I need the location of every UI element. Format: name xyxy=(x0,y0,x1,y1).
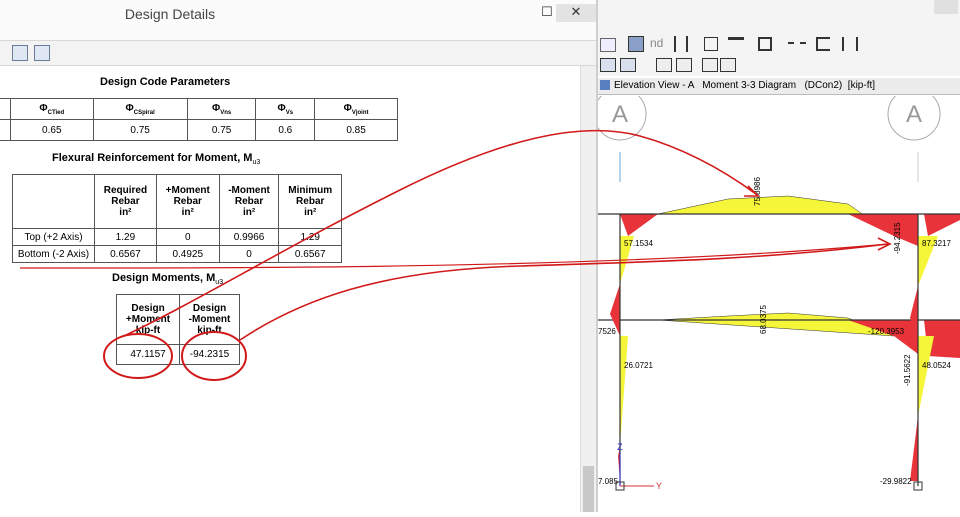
moment-label: 87.3217 xyxy=(922,239,951,248)
row-label-cell xyxy=(0,98,11,120)
design-moments-table: Design +Moment kip-ft Design -Moment kip-ft … xyxy=(115,294,240,365)
moment-label: 68.0375 xyxy=(759,305,768,334)
column-icon[interactable] xyxy=(758,37,772,51)
print-icon[interactable] xyxy=(12,45,28,61)
top-beam-right-negative xyxy=(848,214,918,246)
design-moments-heading: Design Moments, Mu3 xyxy=(112,272,224,287)
area-icon[interactable] xyxy=(704,37,718,51)
moment-label: 75.8986 xyxy=(753,177,762,206)
export-icon[interactable] xyxy=(34,45,50,61)
moment-label: -91.5622 xyxy=(903,354,912,386)
plus-moment-rebar-header: +Moment Rebar in² xyxy=(155,174,220,229)
minimum-rebar-header: Minimum Rebar in² xyxy=(278,174,342,229)
table-cell: 1.29 xyxy=(278,228,342,246)
right-bay-negative xyxy=(924,214,960,236)
phi-vns-header: ΦVns xyxy=(186,98,257,120)
close-button[interactable]: ✕ xyxy=(556,4,596,22)
table-cell: 1.29 xyxy=(94,228,157,246)
phi-cspiral-value: 0.75 xyxy=(92,119,188,141)
moment-label: 26.0721 xyxy=(624,361,653,370)
flexural-table: Required Rebar in² +Moment Rebar in² -Moment… xyxy=(12,174,342,263)
table-row: Bottom (-2 Axis) 0.6567 0.4925 0 0.6567 xyxy=(12,245,342,263)
draw-icon[interactable] xyxy=(676,58,692,72)
row-label-cell xyxy=(0,119,11,141)
table-cell: 0 xyxy=(155,228,220,246)
design-minus-moment-header: Design -Moment kip-ft xyxy=(179,294,240,345)
design-code-heading: Design Code Parameters xyxy=(100,76,231,88)
phi-cspiral-header: ΦCSpiral xyxy=(92,98,188,120)
flexural-heading: Flexural Reinforcement for Moment, Mu3 xyxy=(52,152,261,167)
z-axis-label: Z xyxy=(617,442,623,452)
run-icon[interactable] xyxy=(702,58,718,72)
table-cell: 0.9966 xyxy=(218,228,280,246)
moment-label: -120.3953 xyxy=(868,327,905,336)
lower-col-left-positive xyxy=(620,336,628,446)
report-pane: Design Code Parameters ΦCTied ΦCSpiral Φ… xyxy=(0,66,580,512)
table-cell: 0 xyxy=(218,245,280,263)
design-icon[interactable] xyxy=(720,58,736,72)
row-label: Bottom (-2 Axis) xyxy=(12,245,95,263)
snap-icon[interactable] xyxy=(600,58,616,72)
flexural-corner-cell xyxy=(12,174,95,229)
section-icon[interactable] xyxy=(674,36,688,52)
design-plus-moment-header: Design +Moment kip-ft xyxy=(115,294,181,345)
window-icon xyxy=(600,80,610,90)
required-rebar-header: Required Rebar in² xyxy=(94,174,157,229)
table-cell: 0.4925 xyxy=(155,245,220,263)
frame-icon[interactable] xyxy=(600,38,616,52)
lower-col-right-negative xyxy=(910,416,918,481)
scroll-thumb[interactable] xyxy=(583,466,594,512)
phi-vjoint-header: ΦVjoint xyxy=(314,98,398,120)
phi-ctied-value: 0.65 xyxy=(10,119,94,141)
title-bar: Design Details ☐ ✕ xyxy=(0,0,596,40)
toolbar xyxy=(0,40,596,66)
elevation-view-tab[interactable]: Elevation View - A Moment 3-3 Diagram (D… xyxy=(598,78,960,95)
table-cell: 0.6567 xyxy=(94,245,157,263)
y-axis-label: Y xyxy=(656,481,662,491)
design-minus-moment-value: -94.2315 xyxy=(179,344,240,365)
phi-vjoint-value: 0.85 xyxy=(314,119,398,141)
toolbar-text: nd xyxy=(650,36,664,50)
moment-diagram-svg: A A 75.8986 -94.2315 57.1534 87.3217 68.… xyxy=(593,87,960,491)
grid-label-left: A xyxy=(612,101,628,128)
line-icon[interactable] xyxy=(788,42,806,45)
minus-moment-rebar-header: -Moment Rebar in² xyxy=(218,174,280,229)
lower-beam-positive-moment xyxy=(657,312,895,337)
moment-label: 7.085 xyxy=(598,477,619,486)
moment-label: 57.1534 xyxy=(624,239,653,248)
view-icon[interactable] xyxy=(628,36,644,52)
beam-icon[interactable] xyxy=(728,37,744,51)
design-code-table: ΦCTied ΦCSpiral ΦVns ΦVs ΦVjoint 0.65 0.… xyxy=(0,98,398,141)
table-row: Top (+2 Axis) 1.29 0 0.9966 1.29 xyxy=(12,228,342,246)
moment-label: -94.2315 xyxy=(893,222,902,254)
row-label: Top (+2 Axis) xyxy=(12,228,95,246)
close-button[interactable] xyxy=(934,0,958,14)
moment-label: 7526 xyxy=(598,327,616,336)
wall-icon[interactable] xyxy=(842,37,858,51)
grid-label-right: A xyxy=(906,101,922,128)
phi-vs-value: 0.6 xyxy=(255,119,316,141)
design-details-window: Design Details ☐ ✕ Design Code Parameter… xyxy=(0,0,596,512)
tab-label: Elevation View - A Moment 3-3 Diagram (D… xyxy=(614,80,876,91)
restore-button[interactable]: ☐ xyxy=(538,4,556,22)
top-beam-left-negative xyxy=(620,214,658,236)
moment-diagram-canvas[interactable]: A A 75.8986 -94.2315 57.1534 87.3217 68.… xyxy=(593,87,960,512)
right-title-bar xyxy=(598,0,960,36)
moment-label: -29.9822 xyxy=(880,477,912,486)
bracket-icon[interactable] xyxy=(816,37,830,51)
select-icon[interactable] xyxy=(620,58,636,72)
window-title: Design Details xyxy=(124,6,216,22)
right-toolbar: nd xyxy=(598,36,960,76)
phi-vns-value: 0.75 xyxy=(186,119,257,141)
moment-label: 48.0524 xyxy=(922,361,951,370)
design-plus-moment-value: 47.1157 xyxy=(115,344,181,365)
assign-icon[interactable] xyxy=(656,58,672,72)
lower-col-right-positive xyxy=(918,336,934,416)
vertical-scrollbar[interactable] xyxy=(580,66,596,512)
table-cell: 0.6567 xyxy=(278,245,342,263)
phi-vs-header: ΦVs xyxy=(255,98,316,120)
etabs-window: nd Elevation View - A Moment 3-3 Diagram… xyxy=(593,0,960,512)
phi-ctied-header: ΦCTied xyxy=(10,98,94,120)
